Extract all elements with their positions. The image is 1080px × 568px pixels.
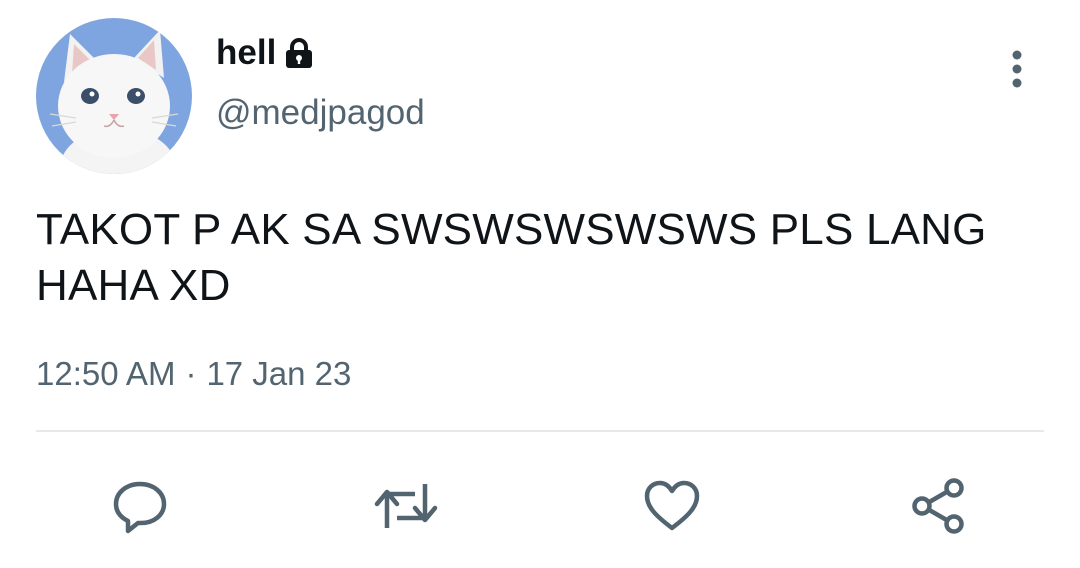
retweet-icon (374, 484, 438, 528)
more-options-button[interactable] (1000, 46, 1034, 92)
retweet-button[interactable] (366, 466, 446, 546)
action-bar (0, 466, 1080, 546)
like-button[interactable] (632, 466, 712, 546)
tweet-date[interactable]: 17 Jan 23 (206, 354, 351, 394)
display-name[interactable]: hell (216, 32, 314, 74)
divider (36, 430, 1044, 432)
lock-icon (284, 37, 314, 69)
share-button[interactable] (898, 466, 978, 546)
white-cat-avatar-icon (36, 18, 192, 174)
tweet-text: TAKOT P AK SA SWSWSWSWSWS PLS LANG HAHA … (36, 205, 987, 310)
tweet-time[interactable]: 12:50 AM (36, 354, 175, 394)
avatar[interactable] (36, 18, 192, 174)
tweet-metadata: 12:50 AM · 17 Jan 23 (36, 354, 351, 394)
reply-icon (113, 481, 167, 534)
more-options-icon (1012, 50, 1022, 88)
reply-button[interactable] (100, 466, 180, 546)
tweet-card: hell @medjpagod TAKOT P AK SA SWSWSWSWSW… (0, 0, 1080, 568)
display-name-text: hell (216, 33, 277, 72)
like-icon (644, 480, 700, 531)
user-handle[interactable]: @medjpagod (216, 92, 425, 134)
share-icon (912, 478, 964, 534)
meta-separator: · (185, 355, 197, 392)
